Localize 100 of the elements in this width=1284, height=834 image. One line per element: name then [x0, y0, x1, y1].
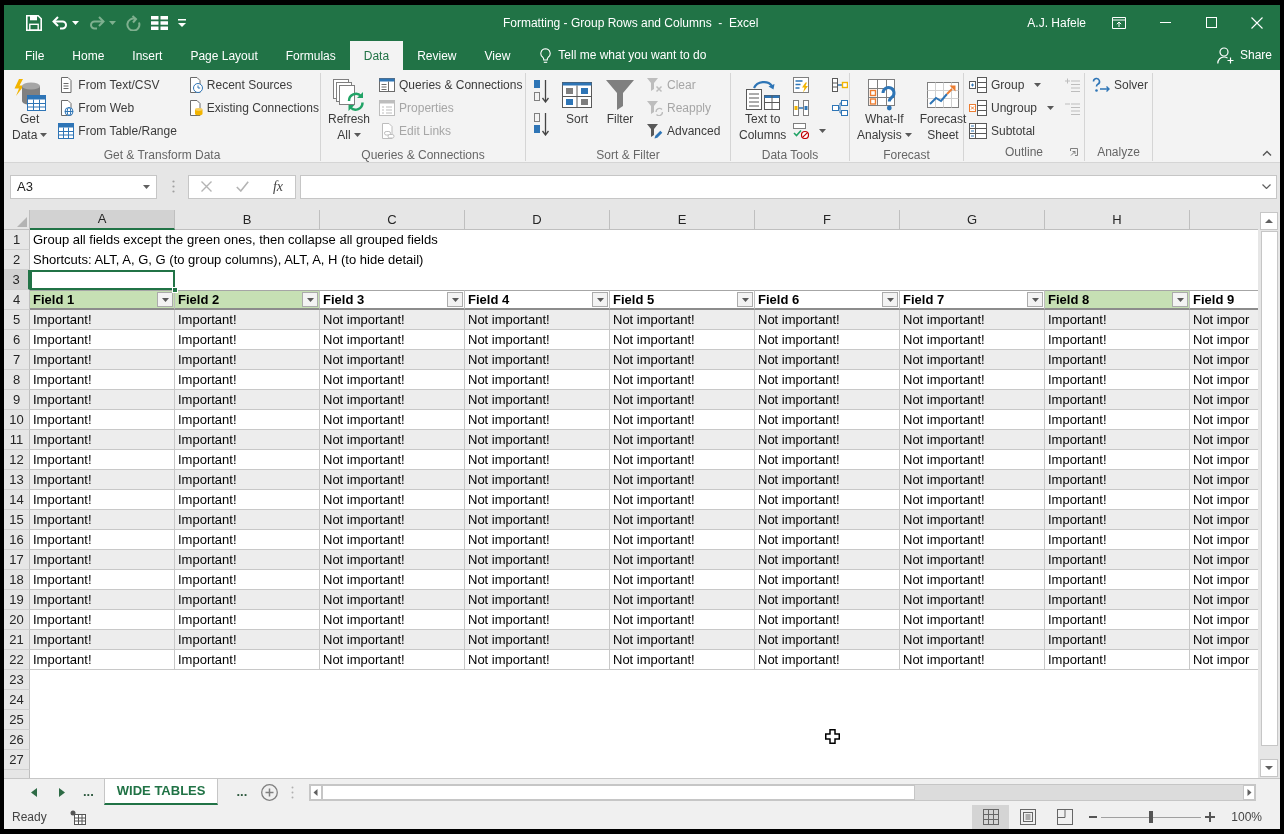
row-header[interactable]: 27: [4, 750, 30, 770]
from-text-button[interactable]: From Text/CSV: [56, 73, 179, 96]
filter-button[interactable]: Filter: [603, 73, 637, 146]
ribbon-tab[interactable]: View: [470, 41, 525, 70]
undo-arrow-icon[interactable]: [52, 15, 68, 30]
row-header[interactable]: 23: [4, 670, 30, 690]
active-cell[interactable]: [30, 270, 175, 290]
zoom-percent[interactable]: 100%: [1231, 808, 1262, 826]
form-grid-icon[interactable]: [151, 15, 168, 30]
row-header[interactable]: 12: [4, 450, 30, 470]
ungroup-button[interactable]: Ungroup: [967, 96, 1057, 119]
row-header[interactable]: 8: [4, 370, 30, 390]
view-button[interactable]: [972, 805, 1010, 829]
filter-dropdown-button[interactable]: [447, 292, 463, 307]
tell-me-field[interactable]: Tell me what you want to do: [558, 46, 724, 64]
ribbon-tab[interactable]: File: [11, 41, 59, 70]
scroll-thumb[interactable]: [322, 784, 916, 800]
queries-connections-button[interactable]: Queries & Connections: [377, 73, 525, 96]
filter-dropdown-button[interactable]: [1027, 292, 1043, 307]
column-header[interactable]: A: [30, 210, 175, 230]
recent-sources-button[interactable]: Recent Sources: [184, 73, 321, 96]
row-header[interactable]: 7: [4, 350, 30, 370]
row-header[interactable]: 22: [4, 650, 30, 670]
name-box[interactable]: A3: [10, 174, 157, 199]
filter-dropdown-button[interactable]: [592, 292, 608, 307]
scroll-thumb[interactable]: [1260, 231, 1278, 746]
subtotal-button[interactable]: Subtotal: [967, 119, 1057, 142]
sheet-tab[interactable]: WIDE TABLES: [103, 779, 219, 805]
column-header[interactable]: C: [320, 210, 465, 230]
filter-dropdown-button[interactable]: [157, 292, 173, 307]
column-header[interactable]: D: [465, 210, 610, 230]
share-button[interactable]: Share: [1216, 40, 1280, 70]
column-header[interactable]: E: [610, 210, 755, 230]
row-header[interactable]: 21: [4, 630, 30, 650]
horizontal-scrollbar[interactable]: [309, 783, 1257, 801]
ribbon-tab[interactable]: Insert: [118, 41, 177, 70]
sort-button[interactable]: Sort: [559, 73, 595, 146]
row-header[interactable]: 3: [4, 270, 30, 290]
chevron-down-icon[interactable]: [1262, 184, 1271, 189]
row-header[interactable]: 17: [4, 550, 30, 570]
more-sheets-button[interactable]: ...: [234, 782, 250, 802]
insert-function-button[interactable]: fx: [272, 176, 283, 197]
row-header[interactable]: 13: [4, 470, 30, 490]
row-header[interactable]: 20: [4, 610, 30, 630]
minimize-icon[interactable]: [1159, 22, 1171, 23]
row-header[interactable]: 4: [4, 290, 30, 310]
ribbon-tab[interactable]: Formulas: [271, 41, 350, 70]
macro-record-icon[interactable]: [69, 809, 86, 825]
get-data-button[interactable]: Get Data: [9, 73, 51, 146]
row-header[interactable]: 14: [4, 490, 30, 510]
check-icon[interactable]: [235, 181, 249, 192]
row-header[interactable]: 1: [4, 230, 30, 250]
row-header[interactable]: 11: [4, 430, 30, 450]
column-header[interactable]: H: [1045, 210, 1190, 230]
existing-connections-button[interactable]: Existing Connections: [184, 96, 321, 119]
row-header[interactable]: 25: [4, 710, 30, 730]
filter-dropdown-button[interactable]: [1172, 292, 1188, 307]
what-if-button[interactable]: What-If Analysis: [854, 73, 915, 146]
advanced-button[interactable]: Advanced: [645, 119, 723, 142]
text-to-columns-button[interactable]: Text to Columns: [736, 73, 790, 146]
customize-caret-icon[interactable]: [178, 18, 186, 27]
row-header[interactable]: 9: [4, 390, 30, 410]
zoom-slider[interactable]: [1101, 811, 1202, 823]
from-web-button[interactable]: From Web: [56, 96, 179, 119]
row-header[interactable]: 19: [4, 590, 30, 610]
ribbon-display-icon[interactable]: [1112, 16, 1126, 29]
forecast-sheet-button[interactable]: Forecast Sheet: [916, 73, 970, 146]
row-header[interactable]: 2: [4, 250, 30, 270]
row-header[interactable]: 26: [4, 730, 30, 750]
left-triangle-icon[interactable]: [31, 787, 37, 797]
row-header[interactable]: 5: [4, 310, 30, 330]
filter-dropdown-button[interactable]: [882, 292, 898, 307]
right-triangle-icon[interactable]: [59, 787, 65, 797]
save-icon[interactable]: [26, 14, 42, 31]
maximize-icon[interactable]: [1205, 17, 1217, 28]
row-header[interactable]: 24: [4, 690, 30, 710]
launcher-icon[interactable]: [1070, 148, 1078, 156]
zoom-slider-thumb[interactable]: [1149, 811, 1154, 823]
refresh-all-button[interactable]: Refresh All: [325, 73, 374, 146]
vertical-scrollbar[interactable]: [1258, 210, 1280, 778]
plus-circle-icon[interactable]: [261, 783, 279, 801]
filter-dropdown-button[interactable]: [737, 292, 753, 307]
column-header[interactable]: G: [900, 210, 1045, 230]
column-header[interactable]: F: [755, 210, 900, 230]
row-header[interactable]: 10: [4, 410, 30, 430]
plus-icon[interactable]: [1205, 812, 1216, 822]
chevron-up-icon[interactable]: [1262, 150, 1272, 156]
filter-dropdown-button[interactable]: [302, 292, 318, 307]
formula-field[interactable]: [300, 174, 1277, 199]
from-table-button[interactable]: From Table/Range: [56, 119, 179, 142]
row-header[interactable]: 18: [4, 570, 30, 590]
more-sheets-button[interactable]: ...: [81, 782, 96, 802]
solver-button[interactable]: Solver: [1090, 73, 1150, 96]
row-header[interactable]: 15: [4, 510, 30, 530]
minus-icon[interactable]: [1089, 816, 1098, 818]
ribbon-tab[interactable]: Data: [349, 41, 404, 70]
group-button[interactable]: Group: [967, 73, 1057, 96]
fill-handle[interactable]: [172, 287, 178, 293]
close-icon[interactable]: [1251, 16, 1263, 29]
row-header[interactable]: 16: [4, 530, 30, 550]
